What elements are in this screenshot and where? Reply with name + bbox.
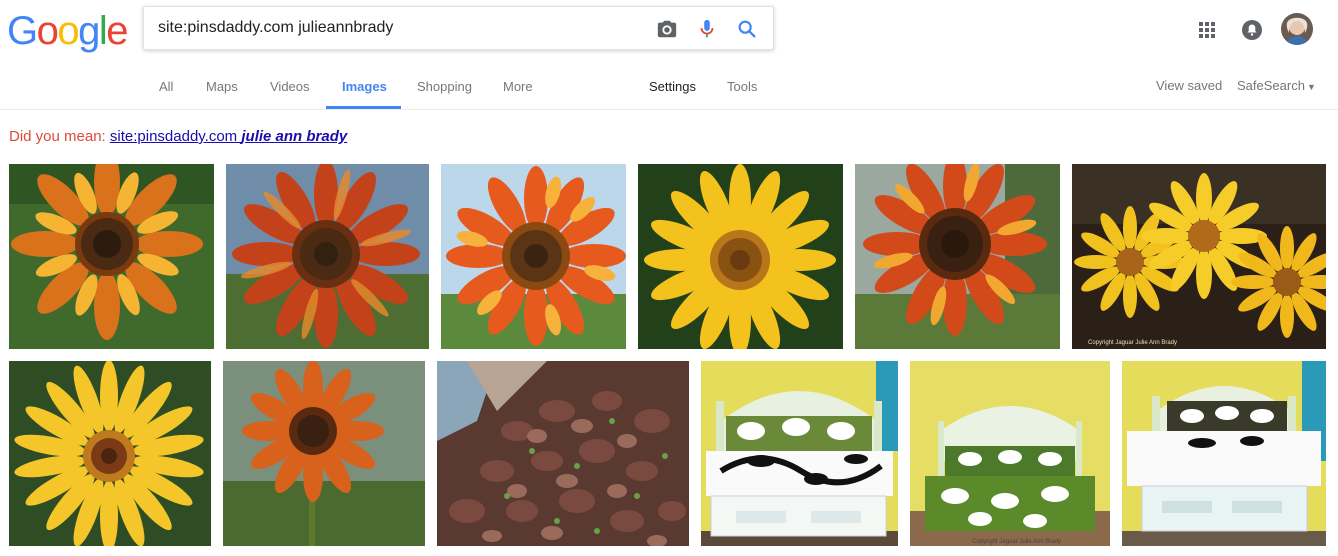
google-images-page: Google All Maps xyxy=(0,0,1338,556)
search-box xyxy=(143,6,774,50)
tab-videos[interactable]: Videos xyxy=(270,79,310,94)
microphone-icon[interactable] xyxy=(696,18,718,40)
safesearch-label: SafeSearch xyxy=(1237,78,1305,93)
image-result-sunflower[interactable] xyxy=(223,361,425,546)
dropdown-caret-icon: ▼ xyxy=(1306,82,1316,92)
image-watermark: Copyright Jaguar Julie Ann Brady xyxy=(1088,340,1178,346)
apps-grid-icon[interactable] xyxy=(1197,20,1217,40)
tab-all[interactable]: All xyxy=(159,79,173,94)
suggested-query-plain: site:pinsdaddy.com xyxy=(109,128,242,145)
view-saved-link[interactable]: View saved xyxy=(1156,78,1222,93)
did-you-mean: Did you mean: site:pinsdaddy.com julie a… xyxy=(9,128,347,145)
header-divider xyxy=(0,109,1338,110)
logo-letter: l xyxy=(98,9,108,53)
search-tabs: All Maps Videos Images Shopping More Set… xyxy=(0,70,1338,110)
image-result-daybed[interactable] xyxy=(1122,361,1326,546)
image-result-daisies[interactable]: Copyright Jaguar Julie Ann Brady xyxy=(1072,164,1326,349)
logo-letter: e xyxy=(106,9,128,53)
image-result-sunflower[interactable] xyxy=(226,164,429,349)
camera-icon[interactable] xyxy=(656,18,678,40)
image-watermark: Copyright Jaguar Julie Ann Brady xyxy=(972,539,1062,545)
safesearch-dropdown[interactable]: SafeSearch ▼ xyxy=(1237,78,1316,93)
tab-shopping[interactable]: Shopping xyxy=(417,79,472,94)
logo-letter: G xyxy=(7,9,38,53)
did-you-mean-prefix: Did you mean: xyxy=(9,128,110,145)
image-result-gerbera[interactable] xyxy=(9,361,211,546)
image-result-daybed[interactable]: Copyright Jaguar Julie Ann Brady xyxy=(910,361,1110,546)
search-icon[interactable] xyxy=(736,18,758,40)
suggested-query-bold: julie ann brady xyxy=(241,128,348,145)
tab-more[interactable]: More xyxy=(503,79,533,94)
image-result-rocks[interactable] xyxy=(437,361,689,546)
tab-settings[interactable]: Settings xyxy=(649,79,696,94)
tab-tools[interactable]: Tools xyxy=(727,79,757,94)
tab-images[interactable]: Images xyxy=(342,79,387,94)
logo-letter: g xyxy=(78,9,100,53)
suggested-query-link[interactable]: site:pinsdaddy.com julie ann brady xyxy=(110,128,347,145)
image-result-daybed[interactable] xyxy=(701,361,898,546)
image-result-sunflower[interactable] xyxy=(441,164,626,349)
image-result-sunflower[interactable] xyxy=(638,164,843,349)
avatar[interactable] xyxy=(1281,13,1313,45)
google-logo[interactable]: Google xyxy=(7,9,128,53)
logo-letter: o xyxy=(36,9,59,53)
logo-letter: o xyxy=(57,9,79,53)
image-result-sunflower[interactable] xyxy=(855,164,1060,349)
search-input[interactable] xyxy=(158,13,628,43)
tab-maps[interactable]: Maps xyxy=(206,79,238,94)
notifications-icon[interactable] xyxy=(1241,19,1263,41)
image-result-sunflower[interactable] xyxy=(9,164,214,349)
